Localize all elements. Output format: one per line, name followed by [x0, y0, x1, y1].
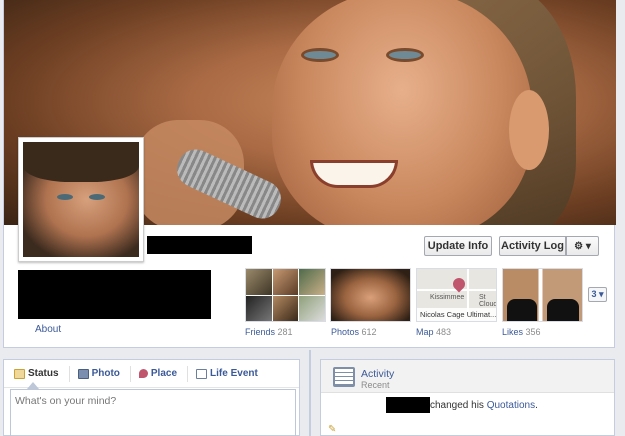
cover-eye-right [386, 48, 424, 62]
story-end: . [535, 399, 538, 411]
status-composer: Status Photo Place Life Event What's on … [3, 359, 300, 436]
profile-eye-right [89, 194, 105, 200]
friend-thumb [299, 295, 325, 321]
activity-subtitle: Recent [361, 380, 390, 390]
story-link[interactable]: Quotations [487, 400, 535, 411]
map-label: Map [416, 327, 434, 337]
friends-app-label[interactable]: Friends 281 [245, 327, 293, 337]
likes-thumb-figure [507, 299, 537, 321]
tab-label: Life Event [210, 368, 258, 379]
timeline-spine [309, 350, 311, 436]
tab-divider [129, 365, 131, 382]
activity-title[interactable]: Activity [361, 368, 394, 380]
composer-tabs: Status Photo Place Life Event [4, 360, 299, 388]
map-app-thumbnail[interactable]: Kissimmee St Cloud Nicolas Cage Ultimat.… [416, 268, 497, 322]
activity-log-button[interactable]: Activity Log [499, 236, 566, 256]
map-caption: Nicolas Cage Ultimat... [417, 308, 496, 321]
profile-eye-left [57, 194, 73, 200]
story-text: changed his [430, 399, 484, 411]
settings-gear-button[interactable]: ⚙ ▾ [566, 236, 599, 256]
tab-divider [68, 365, 70, 382]
cover-eye-left [301, 48, 339, 62]
photos-label: Photos [331, 327, 360, 337]
about-link[interactable]: About [35, 324, 61, 335]
likes-label: Likes [502, 327, 524, 337]
active-tab-caret [27, 382, 39, 389]
tab-label: Place [150, 368, 178, 379]
activity-header: Activity Recent [321, 360, 614, 393]
friend-thumb [246, 295, 272, 321]
friends-app-thumbnail[interactable] [245, 268, 326, 322]
status-input[interactable]: What's on your mind? [10, 389, 296, 436]
profile-info-redacted [18, 270, 211, 319]
map-place-label: St Cloud [479, 294, 497, 308]
place-icon [138, 369, 148, 378]
profile-hair [23, 142, 139, 182]
tab-photo[interactable]: Photo [77, 360, 128, 388]
friends-count: 281 [277, 327, 293, 337]
profile-picture-image [23, 142, 139, 257]
friend-thumb [272, 269, 299, 295]
profile-name-redacted [147, 236, 252, 254]
tab-status[interactable]: Status [14, 360, 67, 388]
actor-name-redacted [386, 397, 430, 413]
map-count: 483 [436, 327, 452, 337]
map-place-label: Kissimmee [430, 294, 465, 301]
cover-face [272, 0, 532, 225]
profile-picture[interactable] [18, 137, 144, 262]
activity-log-icon [333, 367, 355, 387]
photos-count: 612 [361, 327, 377, 337]
activity-story: changed his Quotations. [386, 397, 538, 413]
friends-label: Friends [245, 327, 276, 337]
friend-thumb [246, 269, 272, 295]
status-icon [14, 368, 25, 379]
tab-life-event[interactable]: Life Event [196, 360, 266, 388]
tab-place[interactable]: Place [138, 360, 185, 388]
cover-ear [509, 90, 549, 170]
pencil-icon: ✎ [328, 424, 337, 435]
photos-app-label[interactable]: Photos 612 [331, 327, 377, 337]
photo-icon [77, 368, 89, 379]
likes-thumb-figure [547, 299, 579, 321]
photos-app-thumbnail[interactable] [330, 268, 411, 322]
tab-label: Photo [91, 368, 120, 379]
map-app-label[interactable]: Map 483 [416, 327, 451, 337]
tab-divider [187, 365, 189, 382]
tab-label: Status [28, 368, 59, 379]
life-event-icon [196, 368, 208, 379]
activity-box: Activity Recent changed his Quotations. … [320, 359, 615, 436]
friend-thumb [299, 269, 325, 295]
likes-count: 356 [525, 327, 541, 337]
friend-thumb [272, 295, 299, 321]
update-info-button[interactable]: Update Info [424, 236, 492, 256]
more-apps-button[interactable]: 3 ▾ [588, 287, 607, 302]
likes-app-thumbnail[interactable] [502, 268, 583, 322]
likes-app-label[interactable]: Likes 356 [502, 327, 541, 337]
